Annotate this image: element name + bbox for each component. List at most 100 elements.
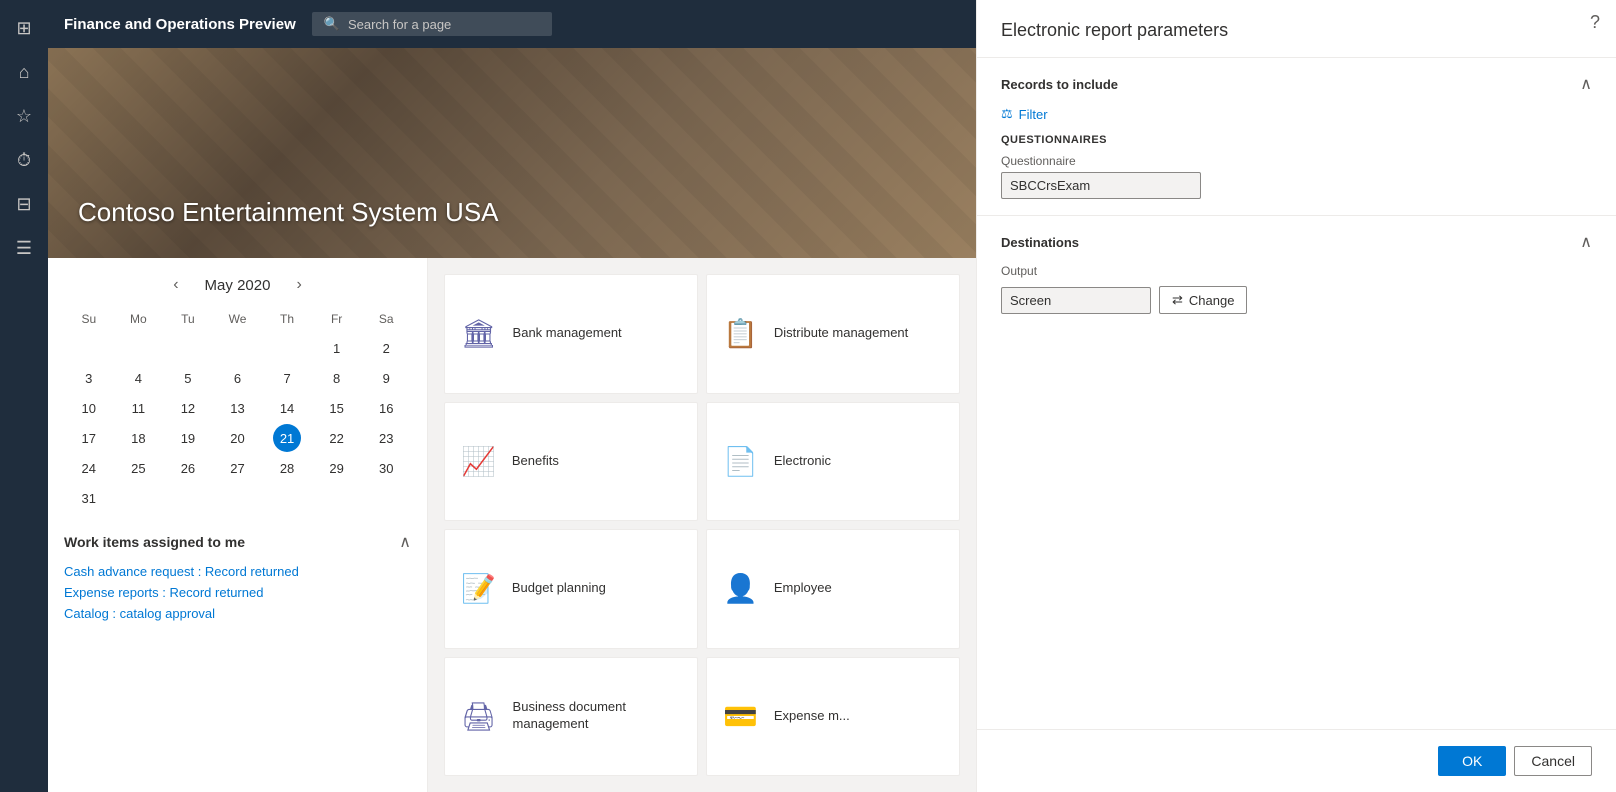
tile-expense-icon: 💳 bbox=[723, 700, 758, 733]
work-items-header: Work items assigned to me ∧ bbox=[64, 532, 411, 552]
calendar-day[interactable]: 27 bbox=[223, 454, 251, 482]
work-items-collapse-button[interactable]: ∧ bbox=[399, 532, 411, 552]
tile-bank[interactable]: 🏛Bank management bbox=[444, 274, 698, 394]
filter-link[interactable]: ⚖ Filter bbox=[1001, 106, 1592, 122]
calendar-day[interactable]: 11 bbox=[124, 394, 152, 422]
calendar-day[interactable]: 25 bbox=[124, 454, 152, 482]
tile-budget-label: Budget planning bbox=[512, 580, 606, 597]
change-button[interactable]: ⇄ Change bbox=[1159, 286, 1247, 314]
calendar-day[interactable]: 9 bbox=[372, 364, 400, 392]
panel-header: Electronic report parameters bbox=[977, 0, 1616, 58]
calendar-day[interactable]: 20 bbox=[223, 424, 251, 452]
calendar-day[interactable]: 6 bbox=[223, 364, 251, 392]
calendar-day[interactable]: 15 bbox=[323, 394, 351, 422]
work-items-title: Work items assigned to me bbox=[64, 534, 245, 550]
calendar-next-button[interactable]: › bbox=[290, 274, 307, 296]
dashboard-content: ‹ May 2020 › Su Mo Tu We Th Fr Sa 123456… bbox=[48, 258, 976, 792]
tile-budget-icon: 📝 bbox=[461, 572, 496, 605]
calendar-day[interactable]: 5 bbox=[174, 364, 202, 392]
calendar-month-year: May 2020 bbox=[205, 277, 271, 294]
calendar-day[interactable]: 7 bbox=[273, 364, 301, 392]
calendar-day[interactable]: 19 bbox=[174, 424, 202, 452]
calendar-day[interactable]: 2 bbox=[372, 334, 400, 362]
calendar-day[interactable]: 8 bbox=[323, 364, 351, 392]
calendar-prev-button[interactable]: ‹ bbox=[167, 274, 184, 296]
modules-icon[interactable]: ☰ bbox=[4, 228, 44, 268]
calendar-day[interactable]: 28 bbox=[273, 454, 301, 482]
calendar-day[interactable]: 24 bbox=[75, 454, 103, 482]
cancel-button[interactable]: Cancel bbox=[1514, 746, 1592, 776]
calendar-day[interactable]: 21 bbox=[273, 424, 301, 452]
workspaces-icon[interactable]: ⊟ bbox=[4, 184, 44, 224]
work-items-section: Work items assigned to me ∧ Cash advance… bbox=[64, 532, 411, 621]
tile-business-doc[interactable]: 🖨 Business document management bbox=[444, 657, 698, 777]
change-icon: ⇄ bbox=[1172, 292, 1183, 308]
panel-footer: OK Cancel bbox=[977, 729, 1616, 792]
work-item-link[interactable]: Expense reports : Record returned bbox=[64, 585, 411, 600]
tile-electronic-icon: 📄 bbox=[723, 445, 758, 478]
tile-expense-label: Expense m... bbox=[774, 708, 850, 725]
calendar-day[interactable]: 26 bbox=[174, 454, 202, 482]
destinations-collapse-button[interactable]: ∧ bbox=[1580, 232, 1592, 252]
recent-icon[interactable]: ⏱ bbox=[4, 140, 44, 180]
calendar-day[interactable]: 16 bbox=[372, 394, 400, 422]
tile-distribute-label: Distribute management bbox=[774, 325, 908, 342]
filter-label: Filter bbox=[1019, 107, 1048, 122]
ok-button[interactable]: OK bbox=[1438, 746, 1506, 776]
main-area: Finance and Operations Preview 🔍 Search … bbox=[48, 0, 976, 792]
tile-budget[interactable]: 📝 Budget planning bbox=[444, 529, 698, 649]
app-title: Finance and Operations Preview bbox=[64, 16, 296, 33]
panel-title: Electronic report parameters bbox=[1001, 20, 1592, 41]
tile-bank-label: Bank management bbox=[513, 325, 622, 342]
records-section: Records to include ∧ ⚖ Filter QUESTIONNA… bbox=[977, 58, 1616, 216]
home-icon[interactable]: ⌂ bbox=[4, 52, 44, 92]
calendar-day[interactable]: 14 bbox=[273, 394, 301, 422]
banner: Contoso Entertainment System USA bbox=[48, 48, 976, 258]
tile-employee[interactable]: 👤Employee bbox=[706, 529, 960, 649]
tile-business-doc-icon: 🖨 bbox=[461, 700, 497, 733]
output-input[interactable] bbox=[1001, 287, 1151, 314]
calendar-day[interactable]: 29 bbox=[323, 454, 351, 482]
tile-benefits[interactable]: 📈Benefits bbox=[444, 402, 698, 522]
filter-icon: ⚖ bbox=[1001, 106, 1013, 122]
nav-sidebar: ⊞ ⌂ ☆ ⏱ ⊟ ☰ bbox=[0, 0, 48, 792]
search-icon: 🔍 bbox=[324, 16, 340, 32]
grid-icon[interactable]: ⊞ bbox=[4, 8, 44, 48]
tile-business-doc-label: Business document management bbox=[513, 699, 681, 733]
calendar-days: 1234567891011121314151617181920212223242… bbox=[64, 334, 411, 512]
calendar-day[interactable]: 12 bbox=[174, 394, 202, 422]
work-item-link[interactable]: Catalog : catalog approval bbox=[64, 606, 411, 621]
calendar-day[interactable]: 1 bbox=[323, 334, 351, 362]
calendar-day[interactable]: 3 bbox=[75, 364, 103, 392]
banner-company-name: Contoso Entertainment System USA bbox=[78, 197, 499, 228]
calendar-day[interactable]: 10 bbox=[75, 394, 103, 422]
calendar-grid: Su Mo Tu We Th Fr Sa 1234567891011121314… bbox=[64, 308, 411, 512]
tile-distribute-icon: 📋 bbox=[723, 317, 758, 350]
calendar-day[interactable]: 23 bbox=[372, 424, 400, 452]
tile-expense[interactable]: 💳 Expense m... bbox=[706, 657, 960, 777]
calendar-day[interactable]: 22 bbox=[323, 424, 351, 452]
search-bar[interactable]: 🔍 Search for a page bbox=[312, 12, 552, 36]
top-header: Finance and Operations Preview 🔍 Search … bbox=[48, 0, 976, 48]
output-row: ⇄ Change bbox=[1001, 286, 1592, 314]
search-placeholder: Search for a page bbox=[348, 17, 451, 32]
records-collapse-button[interactable]: ∧ bbox=[1580, 74, 1592, 94]
right-panel: ? Electronic report parameters Records t… bbox=[976, 0, 1616, 792]
help-icon[interactable]: ? bbox=[1590, 12, 1600, 33]
work-item-link[interactable]: Cash advance request : Record returned bbox=[64, 564, 411, 579]
favorites-icon[interactable]: ☆ bbox=[4, 96, 44, 136]
questionnaire-input[interactable] bbox=[1001, 172, 1201, 199]
tile-benefits-icon: 📈 bbox=[461, 445, 496, 478]
calendar-day[interactable]: 18 bbox=[124, 424, 152, 452]
questionnaire-field-label: Questionnaire bbox=[1001, 154, 1592, 168]
output-field-label: Output bbox=[1001, 264, 1592, 278]
questionnaires-label: QUESTIONNAIRES bbox=[1001, 134, 1592, 146]
tile-employee-label: Employee bbox=[774, 580, 832, 597]
calendar-day[interactable]: 17 bbox=[75, 424, 103, 452]
tile-distribute[interactable]: 📋 Distribute management bbox=[706, 274, 960, 394]
calendar-day[interactable]: 30 bbox=[372, 454, 400, 482]
calendar-day[interactable]: 4 bbox=[124, 364, 152, 392]
calendar-day[interactable]: 13 bbox=[223, 394, 251, 422]
tile-electronic[interactable]: 📄Electronic bbox=[706, 402, 960, 522]
calendar-day[interactable]: 31 bbox=[75, 484, 103, 512]
